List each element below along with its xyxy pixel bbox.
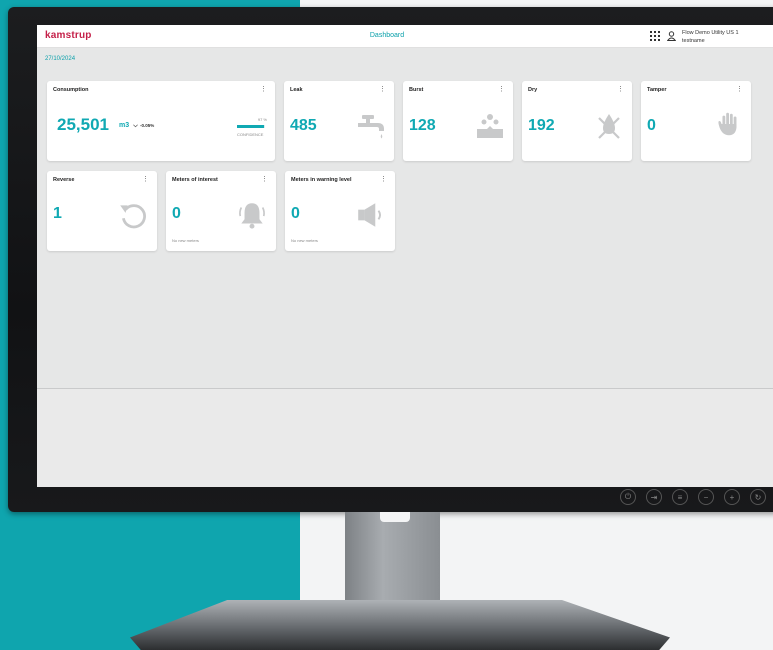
meters-of-interest-card[interactable]: Meters of interest ⋮ 0 No new meters bbox=[166, 171, 276, 251]
screen: kamstrup Dashboard Flow Demo Utility US … bbox=[37, 25, 773, 487]
meters-in-warning-card[interactable]: Meters in warning level ⋮ 0 No new meter… bbox=[285, 171, 395, 251]
top-bar: kamstrup Dashboard Flow Demo Utility US … bbox=[37, 25, 773, 48]
reverse-card[interactable]: Reverse ⋮ 1 bbox=[47, 171, 157, 251]
card-title: Meters in warning level bbox=[291, 177, 352, 183]
no-water-icon bbox=[598, 114, 620, 139]
dry-value: 192 bbox=[528, 117, 555, 134]
consumption-unit: m3 bbox=[119, 122, 130, 129]
more-options-icon[interactable]: ⋮ bbox=[380, 176, 387, 183]
more-options-icon[interactable]: ⋮ bbox=[142, 176, 149, 183]
more-options-icon[interactable]: ⋮ bbox=[498, 86, 505, 93]
monitor-controls: ⏻ ⇥ ≡ − + ↻ bbox=[620, 489, 773, 505]
reverse-rotate-icon bbox=[120, 204, 146, 229]
menu-icon: ≡ bbox=[672, 489, 688, 505]
tamper-value: 0 bbox=[647, 117, 656, 134]
interest-value: 0 bbox=[172, 205, 181, 222]
confidence-bar-fill bbox=[237, 125, 265, 128]
tamper-card[interactable]: Tamper ⋮ 0 bbox=[641, 81, 751, 161]
confidence-percent: 97 % bbox=[257, 117, 267, 122]
card-title: Leak bbox=[290, 87, 303, 93]
interest-note: No new meters bbox=[172, 238, 199, 243]
input-icon: ⇥ bbox=[646, 489, 662, 505]
card-title: Reverse bbox=[53, 177, 75, 183]
bell-ringing-icon bbox=[239, 203, 265, 229]
warning-value: 0 bbox=[291, 205, 300, 222]
leak-value: 485 bbox=[290, 117, 317, 134]
username: testname bbox=[682, 38, 705, 44]
apps-grid-icon[interactable] bbox=[650, 31, 660, 41]
card-title: Consumption bbox=[53, 87, 89, 93]
consumption-change: -0.05% bbox=[140, 123, 155, 128]
warning-note: No new meters bbox=[291, 238, 318, 243]
dry-card[interactable]: Dry ⋮ 192 bbox=[522, 81, 632, 161]
power-icon: ⏻ bbox=[620, 489, 636, 505]
reverse-value: 1 bbox=[53, 205, 62, 222]
more-options-icon[interactable]: ⋮ bbox=[260, 86, 267, 93]
user-icon[interactable] bbox=[667, 31, 676, 41]
more-options-icon[interactable]: ⋮ bbox=[261, 176, 268, 183]
burst-pipe-icon bbox=[477, 114, 503, 138]
auto-icon: ↻ bbox=[750, 489, 766, 505]
lower-panel bbox=[37, 389, 773, 487]
chevron-down-icon bbox=[133, 124, 138, 128]
consumption-value: 25,501 bbox=[57, 115, 109, 134]
more-options-icon[interactable]: ⋮ bbox=[379, 86, 386, 93]
minus-icon: − bbox=[698, 489, 714, 505]
plus-icon: + bbox=[724, 489, 740, 505]
hand-stop-icon bbox=[718, 112, 737, 136]
burst-value: 128 bbox=[409, 117, 436, 134]
leak-card[interactable]: Leak ⋮ 485 bbox=[284, 81, 394, 161]
utility-name: Flow Demo Utility US 1 bbox=[682, 30, 739, 36]
faucet-icon bbox=[358, 115, 384, 139]
burst-card[interactable]: Burst ⋮ 128 bbox=[403, 81, 513, 161]
consumption-card[interactable]: Consumption ⋮ 25,501 m3 -0.05% 97 % CONF… bbox=[47, 81, 275, 161]
more-options-icon[interactable]: ⋮ bbox=[736, 86, 743, 93]
date-label: 27/10/2024 bbox=[45, 56, 76, 62]
card-title: Tamper bbox=[647, 87, 667, 93]
card-title: Burst bbox=[409, 87, 424, 93]
confidence-bar bbox=[237, 125, 265, 128]
more-options-icon[interactable]: ⋮ bbox=[617, 86, 624, 93]
speaker-icon bbox=[358, 203, 382, 227]
card-title: Dry bbox=[528, 87, 538, 93]
user-info[interactable]: Flow Demo Utility US 1 testname bbox=[682, 29, 739, 45]
cable-hole bbox=[380, 512, 410, 522]
page-title: Dashboard bbox=[369, 32, 405, 39]
card-title: Meters of interest bbox=[172, 177, 218, 183]
confidence-label: CONFIDENCE bbox=[237, 132, 264, 137]
kamstrup-logo[interactable]: kamstrup bbox=[45, 30, 92, 41]
